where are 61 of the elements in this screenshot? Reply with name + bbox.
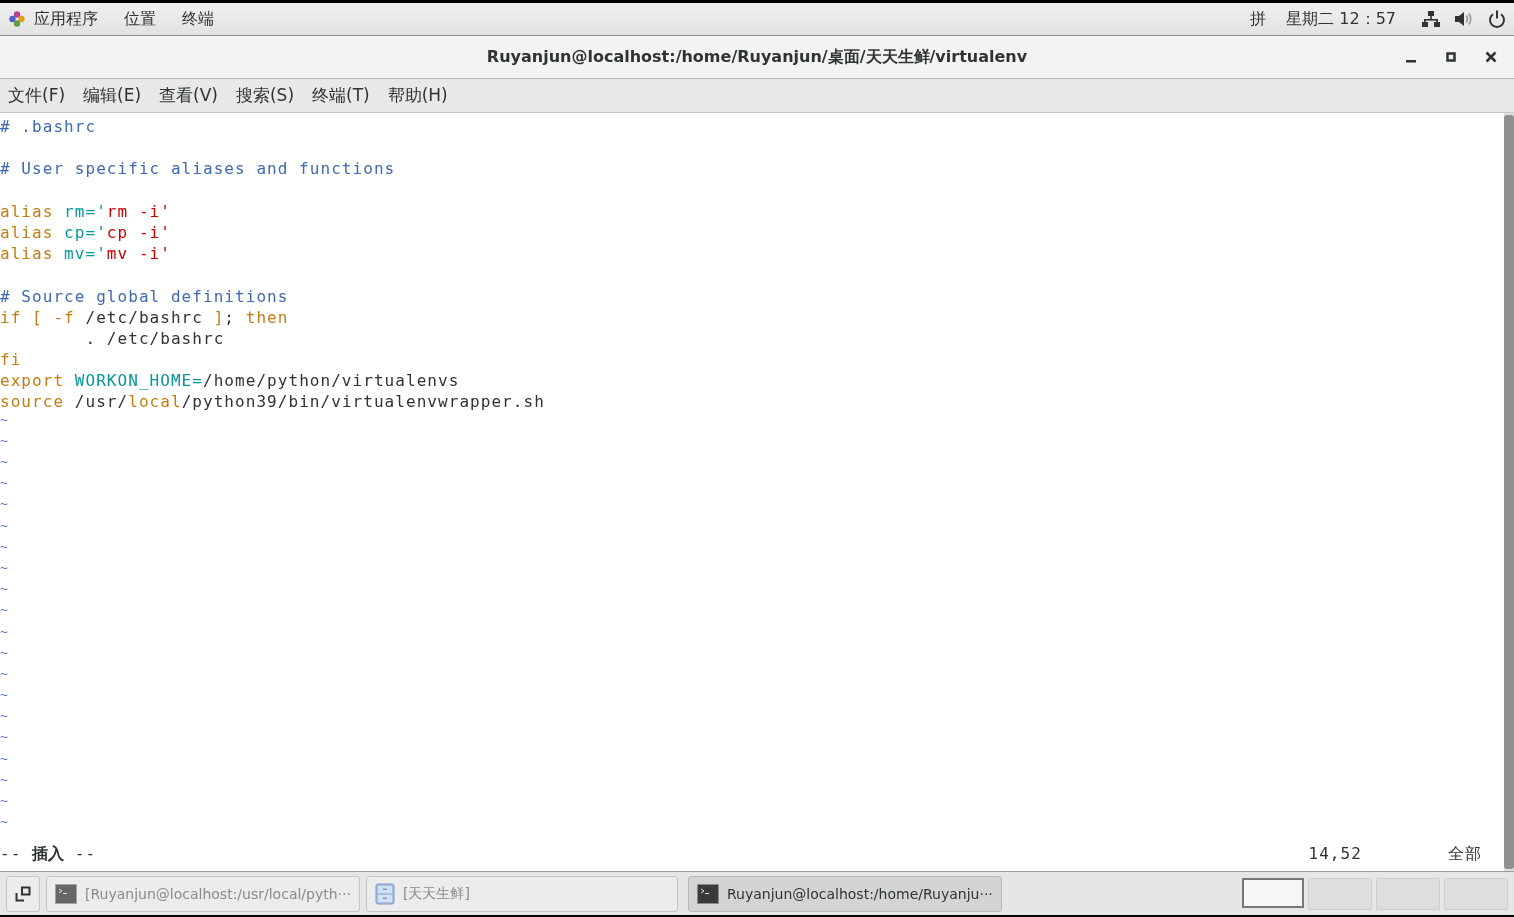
minimize-icon bbox=[1406, 59, 1416, 63]
scrollbar-thumb[interactable] bbox=[1504, 115, 1514, 869]
empty-line-marker: ~ bbox=[0, 623, 9, 639]
empty-line-marker: ~ bbox=[0, 496, 9, 512]
terminal-icon bbox=[55, 883, 77, 904]
empty-line-marker: ~ bbox=[0, 729, 9, 745]
apps-icon bbox=[8, 10, 26, 28]
empty-line-marker: ~ bbox=[0, 665, 9, 681]
volume-icon bbox=[1454, 10, 1474, 28]
top-menu[interactable]: 位置 bbox=[124, 8, 156, 30]
code-line: if [ -f /etc/bashrc ]; then bbox=[0, 307, 289, 327]
empty-line-marker: ~ bbox=[0, 454, 9, 469]
empty-line-marker: ~ bbox=[0, 687, 9, 703]
code-line: alias cp='cp -i' bbox=[0, 222, 171, 242]
empty-line-marker: ~ bbox=[0, 517, 9, 533]
scroll-position: 全部 bbox=[1447, 843, 1482, 865]
empty-line-marker: ~ bbox=[0, 771, 9, 787]
clock[interactable]: 星期二 12：57 bbox=[1286, 8, 1396, 30]
code-line: # .bashrc bbox=[0, 117, 97, 136]
menu-item[interactable]: 文件(F) bbox=[8, 84, 66, 107]
empty-line-marker: ~ bbox=[0, 814, 9, 830]
empty-line-marker: ~ bbox=[0, 475, 9, 491]
file-cabinet-icon bbox=[374, 882, 395, 905]
power-icon bbox=[1488, 10, 1506, 28]
windows-icon bbox=[15, 885, 31, 902]
menu-item[interactable]: 终端(T) bbox=[312, 84, 370, 107]
empty-line-marker: ~ bbox=[0, 602, 9, 618]
empty-line-marker: ~ bbox=[0, 581, 9, 597]
code-line: . /etc/bashrc bbox=[84, 328, 225, 348]
cursor-position: 14,52 bbox=[1308, 843, 1362, 865]
code-line: alias rm='rm -i' bbox=[0, 201, 171, 221]
code-line: fi bbox=[0, 350, 22, 370]
network-icon bbox=[1422, 10, 1440, 28]
empty-line-marker: ~ bbox=[0, 559, 9, 575]
terminal-icon bbox=[696, 883, 719, 904]
code-line: # User specific aliases and functions bbox=[0, 159, 396, 179]
menu-item[interactable]: 帮助(H) bbox=[387, 84, 448, 107]
empty-line-marker: ~ bbox=[0, 750, 9, 766]
empty-line-marker: ~ bbox=[0, 411, 9, 427]
menu-item[interactable]: 搜索(S) bbox=[235, 84, 295, 107]
code-line: export WORKON_HOME=/home/python/virtualenvs bbox=[0, 371, 460, 391]
maximize-icon bbox=[1446, 52, 1456, 62]
empty-line-marker: ~ bbox=[0, 538, 9, 554]
workspace-switcher[interactable] bbox=[1242, 877, 1304, 908]
empty-line-marker: ~ bbox=[0, 644, 9, 660]
top-menu[interactable]: 应用程序 bbox=[34, 8, 98, 30]
input-method[interactable]: 拼 bbox=[1250, 8, 1267, 30]
code-line: # Source global definitions bbox=[0, 286, 289, 306]
menu-item[interactable]: 编辑(E) bbox=[83, 84, 142, 107]
show-desktop-button[interactable] bbox=[6, 875, 40, 912]
menu-item[interactable]: 查看(V) bbox=[159, 84, 218, 107]
code-line: alias mv='mv -i' bbox=[0, 244, 171, 264]
window-title: Ruyanjun@localhost:/home/Ruyanjun/桌面/天天生鲜/virtualenv bbox=[486, 46, 1028, 68]
close-icon bbox=[1485, 51, 1497, 63]
taskbar-window-button[interactable]: Ruyanjun@localhost:/home/Ruyanju··· bbox=[687, 875, 1002, 912]
mode-indicator: -- 插入 -- bbox=[0, 843, 97, 865]
empty-line-marker: ~ bbox=[0, 432, 9, 448]
top-menu[interactable]: 终端 bbox=[182, 8, 214, 30]
empty-line-marker: ~ bbox=[0, 708, 9, 724]
empty-line-marker: ~ bbox=[0, 793, 9, 808]
code-line: source /usr/local/python39/bin/virtualenvwrapper.sh bbox=[0, 392, 545, 412]
